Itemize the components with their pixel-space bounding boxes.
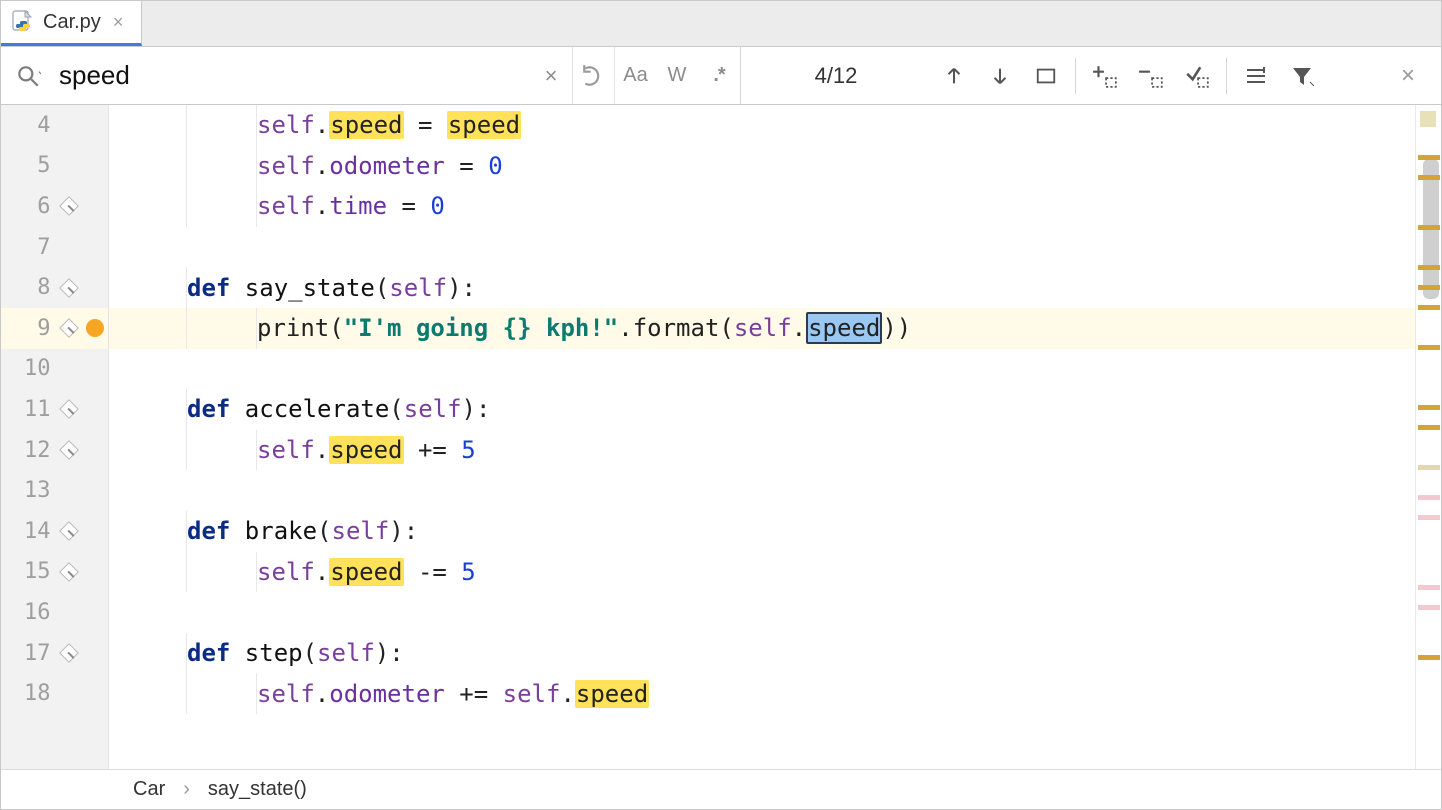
line-number: 16	[1, 600, 60, 625]
search-match: speed	[329, 111, 403, 139]
next-match-icon[interactable]	[977, 65, 1023, 87]
code-line[interactable]: self.speed += 5	[109, 430, 1415, 471]
find-toolbar-right: 4/12	[741, 58, 1441, 94]
search-match: speed	[447, 111, 521, 139]
search-match-current: speed	[806, 312, 882, 344]
stripe-mark[interactable]	[1418, 425, 1440, 430]
line-number: 10	[1, 356, 60, 381]
editor-tab-bar: Car.py ×	[1, 1, 1441, 47]
search-match: speed	[575, 680, 649, 708]
line-number: 8	[1, 275, 60, 300]
clear-search-icon[interactable]: ×	[530, 47, 572, 104]
add-selection-icon[interactable]	[1082, 63, 1128, 89]
code-area[interactable]: self.speed = speedself.odometer = 0self.…	[109, 105, 1415, 769]
line-number: 7	[1, 235, 60, 260]
gutter: 4 5 6 7 8 9 10 11 12 13 14 15 16 17 18	[1, 105, 109, 769]
stripe-mark[interactable]	[1418, 345, 1440, 350]
code-line[interactable]: self.odometer += self.speed	[109, 673, 1415, 714]
code-editor[interactable]: 4 5 6 7 8 9 10 11 12 13 14 15 16 17 18 self.speed = sp…	[1, 105, 1441, 769]
match-case-button[interactable]: Aa	[614, 47, 656, 104]
code-line[interactable]: self.time = 0	[109, 186, 1415, 227]
fold-start-icon[interactable]	[60, 400, 80, 420]
close-find-bar-icon[interactable]: ×	[1385, 62, 1431, 90]
separator	[1226, 58, 1227, 94]
python-file-icon	[11, 10, 35, 34]
fold-end-icon[interactable]	[60, 440, 80, 460]
stripe-mark[interactable]	[1418, 495, 1440, 500]
select-all-occurrences-icon[interactable]	[1023, 65, 1069, 87]
breadcrumb-class[interactable]: Car	[133, 778, 165, 801]
search-match: speed	[329, 558, 403, 586]
stripe-mark[interactable]	[1418, 265, 1440, 270]
code-line[interactable]: def accelerate(self):	[109, 389, 1415, 430]
line-number: 4	[1, 113, 60, 138]
code-line[interactable]	[109, 470, 1415, 511]
fold-end-icon[interactable]	[60, 318, 80, 338]
fold-start-icon[interactable]	[60, 643, 80, 663]
line-number: 11	[1, 397, 60, 422]
editor-tab[interactable]: Car.py ×	[1, 1, 142, 46]
stripe-mark[interactable]	[1418, 515, 1440, 520]
filter-icon[interactable]	[1279, 64, 1325, 88]
search-input[interactable]	[55, 47, 530, 104]
stripe-mark[interactable]	[1418, 155, 1440, 160]
separator	[1075, 58, 1076, 94]
stripe-mark[interactable]	[1418, 465, 1440, 470]
line-number: 15	[1, 559, 60, 584]
code-line[interactable]	[109, 592, 1415, 633]
match-words-button[interactable]: W	[656, 47, 698, 104]
code-line[interactable]: def say_state(self):	[109, 267, 1415, 308]
stripe-mark[interactable]	[1418, 585, 1440, 590]
code-line[interactable]: print("I'm going {} kph!".format(self.sp…	[109, 308, 1415, 349]
stripe-mark[interactable]	[1418, 175, 1440, 180]
line-number: 12	[1, 438, 60, 463]
search-history-icon[interactable]	[572, 47, 614, 104]
line-number: 6	[1, 194, 60, 219]
stripe-mark[interactable]	[1418, 225, 1440, 230]
match-count: 4/12	[741, 63, 931, 89]
inspection-status-icon[interactable]	[1420, 111, 1436, 127]
fold-start-icon[interactable]	[60, 278, 80, 298]
search-icon[interactable]	[1, 63, 55, 89]
prev-match-icon[interactable]	[931, 65, 977, 87]
stripe-mark[interactable]	[1418, 405, 1440, 410]
error-stripe[interactable]	[1415, 105, 1441, 769]
search-match: speed	[329, 436, 403, 464]
code-line[interactable]: self.speed -= 5	[109, 552, 1415, 593]
code-line[interactable]: self.speed = speed	[109, 105, 1415, 146]
breadcrumb-bar: Car › say_state()	[1, 769, 1441, 809]
fold-end-icon[interactable]	[60, 562, 80, 582]
code-line[interactable]: def step(self):	[109, 633, 1415, 674]
stripe-mark[interactable]	[1418, 305, 1440, 310]
line-number: 14	[1, 519, 60, 544]
intention-bulb-icon[interactable]	[86, 319, 104, 337]
stripe-mark[interactable]	[1418, 285, 1440, 290]
line-number: 18	[1, 681, 60, 706]
regex-button[interactable]: .*	[698, 47, 740, 104]
ide-root: Car.py × × Aa W .* 4/12	[0, 0, 1442, 810]
line-number: 17	[1, 641, 60, 666]
line-number: 13	[1, 478, 60, 503]
remove-selection-icon[interactable]	[1128, 63, 1174, 89]
fold-start-icon[interactable]	[60, 521, 80, 541]
find-bar: × Aa W .* 4/12	[1, 47, 1441, 105]
tab-filename: Car.py	[43, 11, 101, 34]
chevron-right-icon: ›	[183, 778, 190, 801]
code-line[interactable]: self.odometer = 0	[109, 146, 1415, 187]
code-line[interactable]	[109, 349, 1415, 390]
search-settings-icon[interactable]	[1233, 64, 1279, 88]
line-number: 5	[1, 153, 60, 178]
tab-close-icon[interactable]: ×	[109, 13, 128, 31]
stripe-mark[interactable]	[1418, 605, 1440, 610]
fold-end-icon[interactable]	[60, 197, 80, 217]
stripe-mark[interactable]	[1418, 655, 1440, 660]
code-line[interactable]	[109, 227, 1415, 268]
find-input-group: × Aa W .*	[1, 47, 741, 104]
breadcrumb-method[interactable]: say_state()	[208, 778, 307, 801]
code-line[interactable]: def brake(self):	[109, 511, 1415, 552]
select-all-icon[interactable]	[1174, 63, 1220, 89]
line-number: 9	[1, 316, 60, 341]
